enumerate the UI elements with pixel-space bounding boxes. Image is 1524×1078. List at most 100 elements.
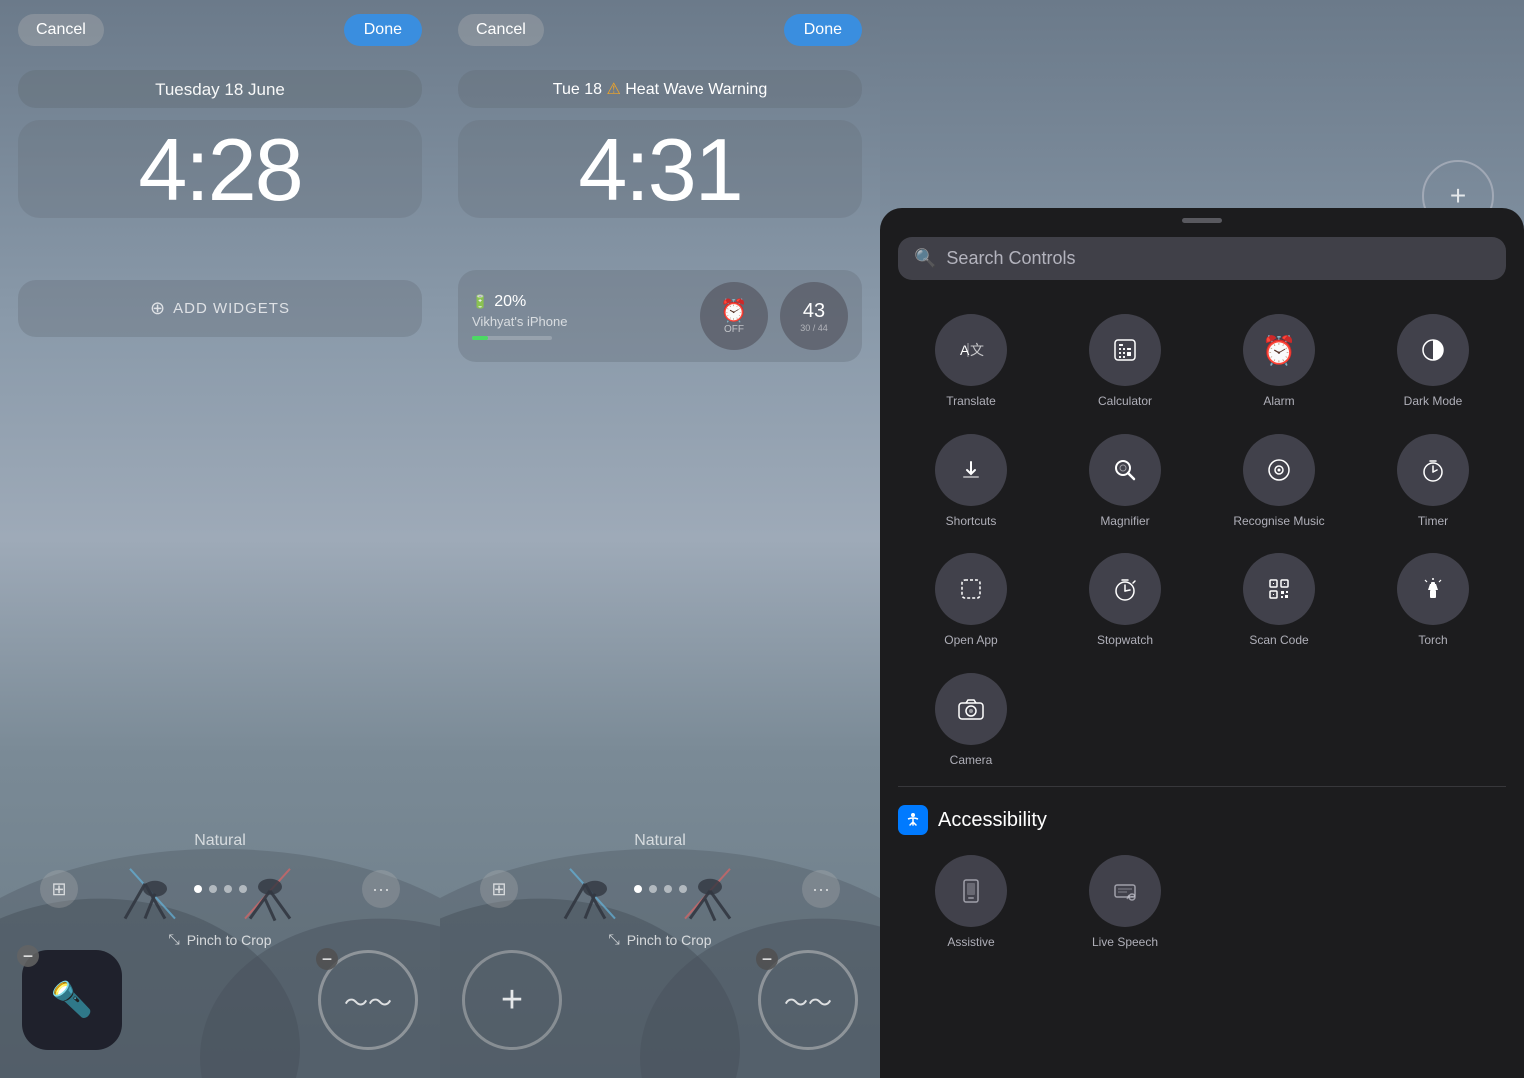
translate-label: Translate xyxy=(946,394,996,410)
crop-icon: ⤡ xyxy=(168,931,179,948)
panel1-wave-icon: 〜〜 xyxy=(344,983,392,1018)
alarm-icon: ⏰ xyxy=(720,298,747,324)
panel1-dot-row xyxy=(194,885,247,893)
dot-p2-4 xyxy=(679,885,687,893)
control-alarm[interactable]: ⏰ Alarm xyxy=(1202,300,1356,420)
live-speech-label: Live Speech xyxy=(1092,935,1158,951)
panel2-date-text: Tue 18 xyxy=(553,81,602,98)
timer-label: Timer xyxy=(1418,514,1448,530)
control-open-app[interactable]: Open App xyxy=(894,539,1048,659)
battery-percent: 20% xyxy=(494,293,526,311)
panel1-torch-icon: 🔦 xyxy=(51,980,93,1020)
panel1-torch-button[interactable]: − 🔦 xyxy=(22,950,122,1050)
panel2-cancel-button[interactable]: Cancel xyxy=(458,14,544,46)
scan-code-icon-circle xyxy=(1243,553,1315,625)
calculator-icon-circle xyxy=(1089,314,1161,386)
stopwatch-icon-circle xyxy=(1089,553,1161,625)
temp-number: 43 xyxy=(803,300,825,323)
panel1-add-widgets-box[interactable]: ⊕ ADD WIDGETS xyxy=(18,280,422,337)
dot-1 xyxy=(194,885,202,893)
panel1-pinch-crop: ⤡ Pinch to Crop xyxy=(0,931,440,948)
control-assistive[interactable]: Assistive xyxy=(894,841,1048,961)
torch-label: Torch xyxy=(1418,633,1447,649)
warning-icon: ⚠ xyxy=(606,81,625,98)
panel1-bottom-controls: − 🔦 − 〜〜 xyxy=(0,950,440,1050)
alarm-icon-circle: ⏰ xyxy=(1243,314,1315,386)
panel1-gallery-icon[interactable]: ⊞ xyxy=(40,870,78,908)
add-widgets-label: ADD WIDGETS xyxy=(173,300,290,317)
panel1-cancel-button[interactable]: Cancel xyxy=(18,14,104,46)
camera-label: Camera xyxy=(950,753,993,769)
panel2-crop-icon: ⤡ xyxy=(608,931,619,948)
calculator-label: Calculator xyxy=(1098,394,1152,410)
panel1-voice-minus[interactable]: − xyxy=(316,948,338,970)
panel2-pinch-crop-label: Pinch to Crop xyxy=(627,932,712,948)
control-timer[interactable]: Timer xyxy=(1356,420,1510,540)
control-dark-mode[interactable]: Dark Mode xyxy=(1356,300,1510,420)
control-camera[interactable]: Camera xyxy=(894,659,1048,779)
recognise-music-label: Recognise Music xyxy=(1233,514,1324,530)
assistive-label: Assistive xyxy=(947,935,994,951)
panel2-battery-widget: 🔋 20% Vikhyat's iPhone xyxy=(472,293,688,340)
panel2-header-box: Tue 18 ⚠ Heat Wave Warning xyxy=(458,70,862,108)
panel2-wave-icon: 〜〜 xyxy=(784,983,832,1018)
panel2-top-bar: Cancel Done xyxy=(440,14,880,46)
dark-mode-label: Dark Mode xyxy=(1404,394,1463,410)
panel1-more-icon[interactable]: ··· xyxy=(362,870,400,908)
panel2-style-label: Natural xyxy=(440,832,880,850)
search-icon: 🔍 xyxy=(914,248,936,269)
magnifier-label: Magnifier xyxy=(1100,514,1149,530)
device-name: Vikhyat's iPhone xyxy=(472,314,688,329)
open-app-label: Open App xyxy=(944,633,997,649)
panel2-more-icon[interactable]: ··· xyxy=(802,870,840,908)
dot-p2-2 xyxy=(649,885,657,893)
controls-grid: A 文 Translate xyxy=(880,300,1524,778)
panel2-add-icon: + xyxy=(501,979,523,1022)
panel2-time-box: 4:31 xyxy=(458,120,862,218)
panel1-bottom-icons-row: ⊞ ··· xyxy=(0,870,440,908)
alarm-off-label: OFF xyxy=(724,324,744,335)
control-stopwatch[interactable]: Stopwatch xyxy=(1048,539,1202,659)
magnifier-icon-circle xyxy=(1089,434,1161,506)
accessibility-icon xyxy=(898,805,928,835)
timer-icon-circle xyxy=(1397,434,1469,506)
pinch-crop-label: Pinch to Crop xyxy=(187,932,272,948)
panel1-voice-button[interactable]: − 〜〜 xyxy=(318,950,418,1050)
panel2-voice-button[interactable]: − 〜〜 xyxy=(758,950,858,1050)
panel2-add-control-button[interactable]: + xyxy=(462,950,562,1050)
panel1-time: 4:28 xyxy=(18,126,422,214)
battery-icon: 🔋 xyxy=(472,294,488,310)
dot-2 xyxy=(209,885,217,893)
drawer-divider xyxy=(898,786,1506,787)
panel2-voice-minus[interactable]: − xyxy=(756,948,778,970)
control-scan-code[interactable]: Scan Code xyxy=(1202,539,1356,659)
panel2-dot-row xyxy=(634,885,687,893)
panel2-gallery-icon[interactable]: ⊞ xyxy=(480,870,518,908)
control-magnifier[interactable]: Magnifier xyxy=(1048,420,1202,540)
shortcuts-icon-circle xyxy=(935,434,1007,506)
control-live-speech[interactable]: Live Speech xyxy=(1048,841,1202,961)
panel1-time-box: 4:28 xyxy=(18,120,422,218)
panel1-done-button[interactable]: Done xyxy=(344,14,422,46)
panel2-warning-text: Heat Wave Warning xyxy=(625,81,767,98)
control-translate[interactable]: A 文 Translate xyxy=(894,300,1048,420)
panel1-date: Tuesday 18 June xyxy=(155,80,285,99)
control-torch[interactable]: Torch xyxy=(1356,539,1510,659)
search-bar[interactable]: 🔍 Search Controls xyxy=(898,237,1506,280)
panel2-pinch-crop: ⤡ Pinch to Crop xyxy=(440,931,880,948)
control-calculator[interactable]: Calculator xyxy=(1048,300,1202,420)
accessibility-title: Accessibility xyxy=(938,809,1047,832)
torch-icon-circle xyxy=(1397,553,1469,625)
shortcuts-label: Shortcuts xyxy=(946,514,997,530)
panel1-torch-minus[interactable]: − xyxy=(17,945,39,967)
recognise-music-icon-circle xyxy=(1243,434,1315,506)
dot-p2-1 xyxy=(634,885,642,893)
panel1-top-bar: Cancel Done xyxy=(0,14,440,46)
control-shortcuts[interactable]: Shortcuts xyxy=(894,420,1048,540)
control-recognise-music[interactable]: Recognise Music xyxy=(1202,420,1356,540)
svg-text:文: 文 xyxy=(970,342,984,358)
dot-p2-3 xyxy=(664,885,672,893)
panel2-done-button[interactable]: Done xyxy=(784,14,862,46)
panel2-header-text: Tue 18 ⚠ Heat Wave Warning xyxy=(553,81,767,98)
dot-3 xyxy=(224,885,232,893)
